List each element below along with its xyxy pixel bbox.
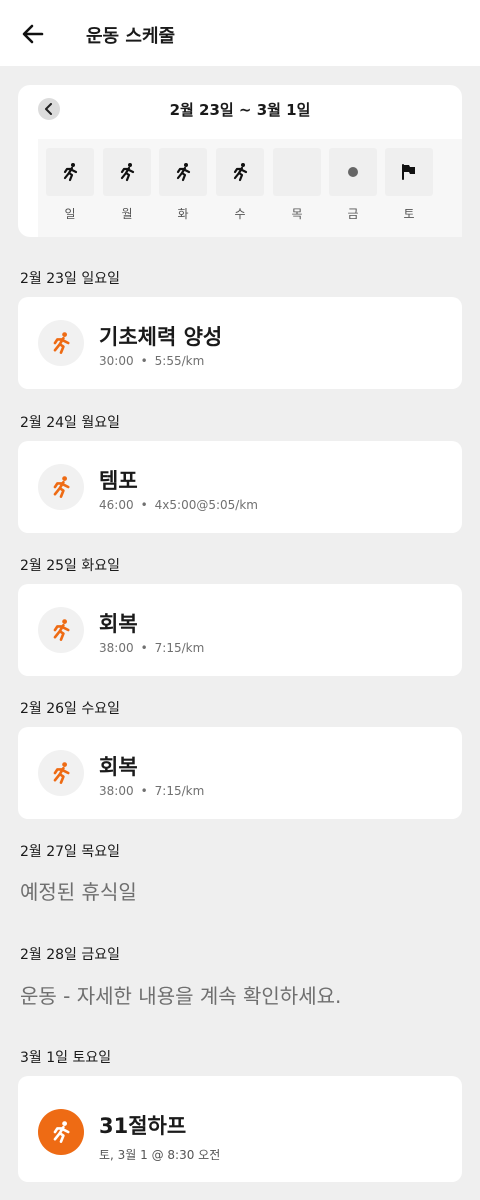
running-icon <box>53 476 70 498</box>
workout-card[interactable]: 템포 46:00 • 4x5:00@5:05/km <box>18 441 462 533</box>
workout-duration: 30:00 <box>99 354 134 368</box>
running-icon <box>233 163 248 182</box>
dot-icon <box>348 167 358 177</box>
workout-detail: 5:55/km <box>154 354 205 368</box>
day-friday[interactable]: 금 <box>329 148 377 222</box>
week-range-label: 2월 23일 ~ 3월 1일 <box>169 101 311 119</box>
race-title: 31절하프 <box>99 1114 187 1138</box>
workout-detail: 7:15/km <box>154 641 205 655</box>
running-icon <box>53 619 70 641</box>
section-date: 3월 1일 토요일 <box>20 1050 112 1066</box>
day-label: 월 <box>121 207 133 221</box>
workout-icon-badge <box>38 320 84 366</box>
running-icon <box>53 1121 70 1143</box>
workout-subtitle: 30:00 • 5:55/km <box>99 354 204 368</box>
day-monday[interactable]: 월 <box>103 148 151 222</box>
flag-icon <box>402 164 415 180</box>
race-icon-badge <box>38 1109 84 1155</box>
day-tile <box>329 148 377 196</box>
workout-pending-note[interactable]: 운동 - 자세한 내용을 계속 확인하세요. <box>20 980 341 1009</box>
day-wednesday[interactable]: 수 <box>216 148 264 222</box>
day-label: 수 <box>234 207 246 221</box>
section-date: 2월 25일 화요일 <box>20 558 121 574</box>
separator-dot: • <box>140 784 148 798</box>
week-selector-card: 2월 23일 ~ 3월 1일 일 월 화 수 목 금 토 <box>18 85 462 237</box>
week-day-strip: 일 월 화 수 목 금 토 <box>38 139 462 237</box>
workout-detail: 7:15/km <box>154 784 205 798</box>
workout-title: 회복 <box>99 755 138 779</box>
day-tuesday[interactable]: 화 <box>159 148 207 222</box>
day-tile <box>103 148 151 196</box>
day-label: 목 <box>291 207 303 221</box>
separator-dot: • <box>140 354 148 368</box>
day-label: 토 <box>403 207 415 221</box>
separator-dot: • <box>140 498 148 512</box>
workout-card[interactable]: 기초체력 양성 30:00 • 5:55/km <box>18 297 462 389</box>
day-tile <box>216 148 264 196</box>
workout-detail: 4x5:00@5:05/km <box>154 498 258 512</box>
day-saturday[interactable]: 토 <box>385 148 433 222</box>
running-icon <box>176 163 191 182</box>
section-date: 2월 28일 금요일 <box>20 947 121 963</box>
workout-icon-badge <box>38 607 84 653</box>
race-card[interactable]: 31절하프 토, 3월 1 @ 8:30 오전 <box>18 1076 462 1182</box>
day-sunday[interactable]: 일 <box>46 148 94 222</box>
section-date: 2월 26일 수요일 <box>20 701 121 717</box>
running-icon <box>53 762 70 784</box>
section-date: 2월 23일 일요일 <box>20 271 121 287</box>
running-icon <box>53 332 70 354</box>
workout-subtitle: 38:00 • 7:15/km <box>99 641 204 655</box>
day-tile <box>385 148 433 196</box>
day-label: 금 <box>347 207 359 221</box>
day-label: 화 <box>177 207 189 221</box>
workout-icon-badge <box>38 750 84 796</box>
day-label: 일 <box>64 207 76 221</box>
workout-title: 템포 <box>99 469 138 493</box>
day-thursday[interactable]: 목 <box>273 148 321 222</box>
running-icon <box>63 163 78 182</box>
workout-title: 기초체력 양성 <box>99 325 223 349</box>
workout-duration: 38:00 <box>99 784 134 798</box>
workout-title: 회복 <box>99 612 138 636</box>
separator-dot: • <box>140 641 148 655</box>
top-app-bar: 운동 스케줄 <box>0 0 480 66</box>
workout-duration: 38:00 <box>99 641 134 655</box>
section-date: 2월 24일 월요일 <box>20 415 121 431</box>
workout-subtitle: 46:00 • 4x5:00@5:05/km <box>99 498 258 512</box>
day-tile <box>273 148 321 196</box>
arrow-left-icon <box>22 24 44 44</box>
workout-icon-badge <box>38 464 84 510</box>
workout-card[interactable]: 회복 38:00 • 7:15/km <box>18 727 462 819</box>
day-tile <box>159 148 207 196</box>
running-icon <box>120 163 135 182</box>
day-tile <box>46 148 94 196</box>
workout-duration: 46:00 <box>99 498 134 512</box>
back-button[interactable] <box>18 19 48 49</box>
page-title: 운동 스케줄 <box>86 26 176 47</box>
workout-card[interactable]: 회복 38:00 • 7:15/km <box>18 584 462 676</box>
rest-day-note: 예정된 휴식일 <box>20 880 137 904</box>
section-date: 2월 27일 목요일 <box>20 844 121 860</box>
workout-subtitle: 38:00 • 7:15/km <box>99 784 204 798</box>
race-datetime: 토, 3월 1 @ 8:30 오전 <box>99 1148 221 1162</box>
